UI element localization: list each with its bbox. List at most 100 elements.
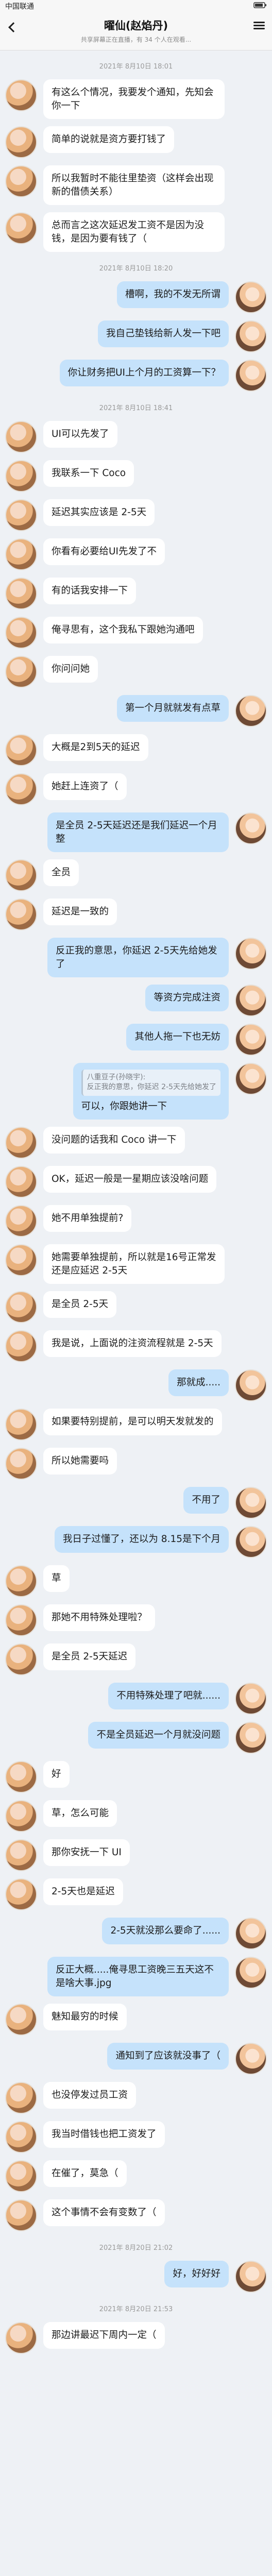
- quoted-message[interactable]: 八重豆子(孙晓宇): 反正我的意思，你延迟 2-5天先给她发了: [81, 1070, 220, 1096]
- avatar[interactable]: [5, 2322, 37, 2354]
- message-bubble[interactable]: 好: [43, 1761, 70, 1788]
- message-bubble[interactable]: 草: [43, 1565, 70, 1592]
- avatar[interactable]: [235, 938, 267, 970]
- avatar[interactable]: [235, 1683, 267, 1715]
- message-bubble[interactable]: 我联系一下 Coco: [43, 460, 134, 487]
- avatar[interactable]: [5, 1839, 37, 1872]
- avatar[interactable]: [5, 617, 37, 649]
- avatar[interactable]: [5, 1330, 37, 1363]
- avatar[interactable]: [5, 578, 37, 610]
- avatar[interactable]: [235, 281, 267, 314]
- message-bubble[interactable]: 有的话我安排一下: [43, 578, 137, 604]
- message-bubble[interactable]: 在催了，莫急（: [43, 2160, 127, 2187]
- avatar[interactable]: [5, 1448, 37, 1480]
- avatar[interactable]: [5, 421, 37, 453]
- avatar[interactable]: [5, 1244, 37, 1277]
- message-bubble[interactable]: 反正大概.....俺寻思工资晚三五天这不是啥大事.jpg: [47, 1957, 229, 1997]
- message-bubble[interactable]: 我是说，上面说的注资流程就是 2-5天: [43, 1330, 222, 1357]
- avatar[interactable]: [235, 985, 267, 1017]
- message-bubble[interactable]: 你看有必要给UI先发了不: [43, 538, 165, 565]
- message-bubble[interactable]: 通知到了应该就没事了（: [107, 2043, 229, 2070]
- message-bubble[interactable]: 那她不用特殊处理啦？: [43, 1604, 156, 1631]
- message-bubble[interactable]: 不是全员延迟一个月就没问题: [88, 1722, 229, 1749]
- avatar[interactable]: [235, 812, 267, 845]
- avatar[interactable]: [235, 1369, 267, 1402]
- screen-share-notice[interactable]: 共享屏幕正在直播，有 34 个人在观看...: [0, 35, 272, 44]
- avatar[interactable]: [5, 1643, 37, 1676]
- avatar[interactable]: [235, 1487, 267, 1519]
- message-bubble[interactable]: 延迟是一致的: [43, 899, 117, 925]
- message-bubble[interactable]: 也没停发过员工资: [43, 2082, 137, 2109]
- avatar[interactable]: [235, 695, 267, 727]
- avatar[interactable]: [235, 1526, 267, 1558]
- avatar[interactable]: [5, 1565, 37, 1598]
- message-bubble[interactable]: 不用特殊处理了吧就......: [108, 1683, 229, 1709]
- avatar[interactable]: [235, 360, 267, 392]
- avatar[interactable]: [235, 2043, 267, 2075]
- message-bubble[interactable]: 那就成.....: [168, 1369, 229, 1396]
- message-bubble[interactable]: 是全员 2-5天延迟: [43, 1643, 136, 1670]
- avatar[interactable]: [5, 2004, 37, 2036]
- avatar[interactable]: [235, 2261, 267, 2293]
- message-bubble[interactable]: 我自己垫钱给新人发一下吧: [97, 320, 229, 347]
- message-bubble[interactable]: 全员: [43, 859, 79, 886]
- message-bubble[interactable]: 魅知最穷的时候: [43, 2004, 127, 2030]
- message-bubble[interactable]: 俺寻思有，这个我私下跟她沟通吧: [43, 617, 203, 643]
- avatar[interactable]: [235, 320, 267, 353]
- message-bubble[interactable]: 你让财务把UI上个月的工资算一下？: [59, 360, 229, 386]
- menu-button[interactable]: [252, 19, 266, 32]
- message-list[interactable]: 2021年 8月10日 18:01 有这么个情况，我要发个通知，先知会你一下 简单的…: [0, 50, 272, 2373]
- avatar[interactable]: [5, 773, 37, 806]
- message-bubble[interactable]: 草，怎么可能: [43, 1800, 117, 1827]
- message-bubble[interactable]: 我当时借钱也把工资发了: [43, 2121, 165, 2148]
- avatar[interactable]: [235, 1918, 267, 1950]
- message-bubble[interactable]: 她赶上连资了（: [43, 773, 127, 800]
- avatar[interactable]: [5, 899, 37, 931]
- message-bubble[interactable]: 她需要单独提前，所以就是16号正常发还是应延迟 2-5天: [43, 1244, 225, 1284]
- message-bubble[interactable]: 如果要特别提前，是可以明天发就发的: [43, 1409, 222, 1435]
- message-bubble[interactable]: 不用了: [183, 1487, 229, 1514]
- avatar[interactable]: [5, 538, 37, 571]
- message-bubble[interactable]: 所以我暂时不能往里垫资（这样会出现新的借债关系）: [43, 165, 225, 206]
- avatar[interactable]: [5, 1127, 37, 1159]
- message-bubble[interactable]: 等资方完成注资: [145, 985, 229, 1011]
- message-bubble[interactable]: 我日子过懂了，还以为 8.15是下个月: [54, 1526, 229, 1553]
- avatar[interactable]: [5, 212, 37, 245]
- avatar[interactable]: [5, 2199, 37, 2232]
- message-bubble[interactable]: UI可以先发了: [43, 421, 117, 448]
- avatar[interactable]: [5, 2121, 37, 2154]
- avatar[interactable]: [235, 1957, 267, 1989]
- message-bubble[interactable]: 2-5天就没那么要命了......: [102, 1918, 229, 1944]
- avatar[interactable]: [5, 1409, 37, 1441]
- avatar[interactable]: [5, 1291, 37, 1324]
- avatar[interactable]: [5, 656, 37, 688]
- message-bubble[interactable]: 大概是2到5天的延迟: [43, 734, 148, 761]
- avatar[interactable]: [5, 1878, 37, 1911]
- avatar[interactable]: [5, 2160, 37, 2193]
- message-bubble[interactable]: 是全员 2-5天: [43, 1291, 117, 1318]
- message-bubble[interactable]: 反正我的意思，你延迟 2-5天先给她发了: [47, 938, 229, 978]
- avatar[interactable]: [5, 499, 37, 532]
- message-bubble[interactable]: 第一个月就就发有点草: [116, 695, 229, 722]
- message-bubble[interactable]: 其他人拖一下也无妨: [126, 1024, 229, 1050]
- message-bubble[interactable]: 简单的说就是资方要打钱了: [43, 126, 175, 153]
- message-bubble[interactable]: 那你安抚一下 UI: [43, 1839, 130, 1866]
- avatar[interactable]: [5, 1761, 37, 1793]
- message-bubble[interactable]: 你问问她: [43, 656, 98, 683]
- message-bubble[interactable]: 槽啊，我的不发无所谓: [116, 281, 229, 308]
- avatar[interactable]: [235, 1063, 267, 1095]
- avatar[interactable]: [5, 79, 37, 111]
- message-bubble[interactable]: 没问题的话我和 Coco 讲一下: [43, 1127, 185, 1154]
- message-bubble[interactable]: 延迟其实应该是 2-5天: [43, 499, 155, 526]
- avatar[interactable]: [5, 1800, 37, 1833]
- avatar[interactable]: [5, 734, 37, 767]
- message-bubble[interactable]: OK，延迟一般是一星期应该没啥问题: [43, 1166, 217, 1193]
- avatar[interactable]: [235, 1024, 267, 1056]
- message-bubble[interactable]: 2-5天也是延迟: [43, 1878, 123, 1905]
- avatar[interactable]: [5, 126, 37, 159]
- avatar[interactable]: [5, 460, 37, 493]
- message-bubble[interactable]: 是全员 2-5天延迟还是我们延迟一个月整: [47, 812, 229, 853]
- avatar[interactable]: [5, 1604, 37, 1637]
- avatar[interactable]: [5, 2082, 37, 2114]
- message-bubble[interactable]: 这个事情不会有变数了（: [43, 2199, 165, 2226]
